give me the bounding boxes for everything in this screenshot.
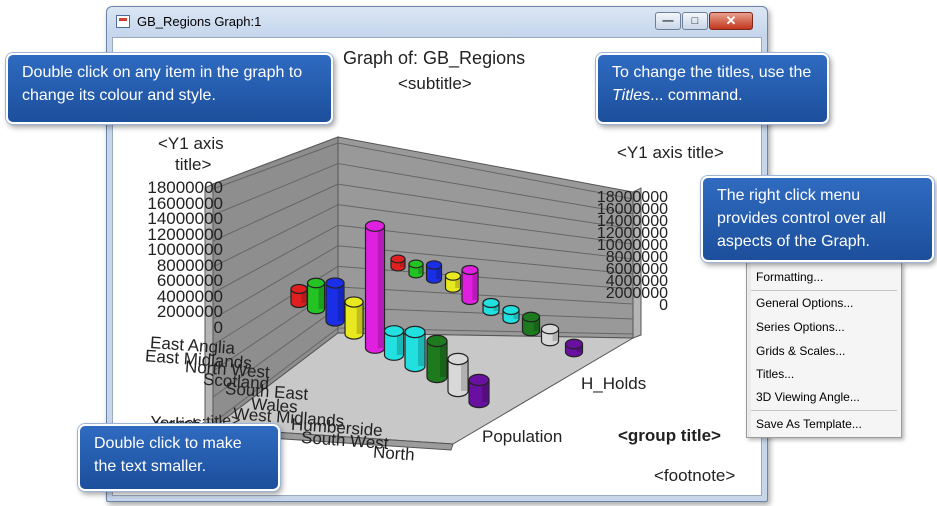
callout-double-click-item-text: Double click on any item in the graph to… <box>22 64 303 104</box>
chart-bar[interactable] <box>502 304 520 325</box>
group-title[interactable]: <group title> <box>618 426 721 446</box>
chart-bar[interactable] <box>290 283 308 309</box>
menu-separator <box>751 290 897 291</box>
chart-bar[interactable] <box>444 271 462 293</box>
series-label-population[interactable]: Population <box>482 427 562 447</box>
graph-subtitle[interactable]: <subtitle> <box>398 74 472 94</box>
menu-item-general-options[interactable]: General Options... <box>756 293 853 313</box>
chart-bar[interactable] <box>425 260 443 284</box>
chart-bar[interactable] <box>461 264 479 306</box>
chart-bar[interactable] <box>521 311 541 337</box>
graph-app-icon <box>116 15 130 28</box>
window-title: GB_Regions Graph:1 <box>137 14 262 29</box>
callout-right-click-text: The right click menu provides control ov… <box>717 187 886 250</box>
callout-titles-command: To change the titles, use the Titles... … <box>596 53 829 124</box>
chart-bar[interactable] <box>404 325 426 373</box>
context-menu: Formatting... General Options... Series … <box>746 262 902 438</box>
callout-titles-italic: Titles <box>612 87 651 104</box>
chart-bar[interactable] <box>364 220 386 354</box>
chart-bar[interactable] <box>426 334 448 384</box>
callout-text-smaller: Double click to make the text smaller. <box>78 424 280 491</box>
chart-bar[interactable] <box>383 325 405 361</box>
chart-bar[interactable] <box>468 373 490 409</box>
callout-titles-prefix: To change the titles, use the <box>612 64 812 81</box>
chart-bar[interactable] <box>447 352 469 398</box>
y1-axis-title-left-line1[interactable]: <Y1 axis <box>158 134 224 154</box>
maximize-button[interactable]: □ <box>682 12 708 30</box>
menu-item-titles[interactable]: Titles... <box>756 364 794 384</box>
chart-bar[interactable] <box>540 323 560 347</box>
y1-axis-title-right[interactable]: <Y1 axis title> <box>617 143 724 163</box>
chart-bar[interactable] <box>408 259 424 279</box>
menu-item-grids-scales[interactable]: Grids & Scales... <box>756 341 845 361</box>
callout-titles-suffix: ... command. <box>650 87 743 104</box>
chart-bar[interactable] <box>306 277 326 315</box>
close-button[interactable]: ✕ <box>709 12 753 30</box>
callout-text-smaller-text: Double click to make the text smaller. <box>94 435 242 475</box>
chart-bar[interactable] <box>482 297 500 317</box>
category-label[interactable]: North <box>372 443 415 466</box>
menu-item-formatting[interactable]: Formatting... <box>756 267 823 287</box>
menu-item-series-options[interactable]: Series Options... <box>756 317 845 337</box>
menu-separator <box>751 410 897 411</box>
menu-item-3d-viewing-angle[interactable]: 3D Viewing Angle... <box>756 387 860 407</box>
minimize-icon: — <box>662 15 674 27</box>
graph-title[interactable]: Graph of: GB_Regions <box>343 48 525 69</box>
chart-bar[interactable] <box>564 338 584 358</box>
title-bar[interactable]: GB_Regions Graph:1 — □ ✕ <box>107 7 767 37</box>
close-icon: ✕ <box>725 13 737 28</box>
minimize-button[interactable]: — <box>655 12 681 30</box>
chart-bar[interactable] <box>390 254 406 272</box>
y-tick-label[interactable]: 0 <box>558 297 668 315</box>
chart-bar[interactable] <box>325 277 345 327</box>
series-label-hholds[interactable]: H_Holds <box>581 374 646 394</box>
footnote[interactable]: <footnote> <box>654 466 735 486</box>
callout-double-click-item: Double click on any item in the graph to… <box>6 53 333 124</box>
callout-right-click-menu: The right click menu provides control ov… <box>701 176 934 262</box>
maximize-icon: □ <box>691 15 699 27</box>
menu-item-save-as-template[interactable]: Save As Template... <box>756 414 862 434</box>
y1-axis-title-left-line2[interactable]: title> <box>175 155 211 175</box>
chart-bar[interactable] <box>344 296 364 340</box>
